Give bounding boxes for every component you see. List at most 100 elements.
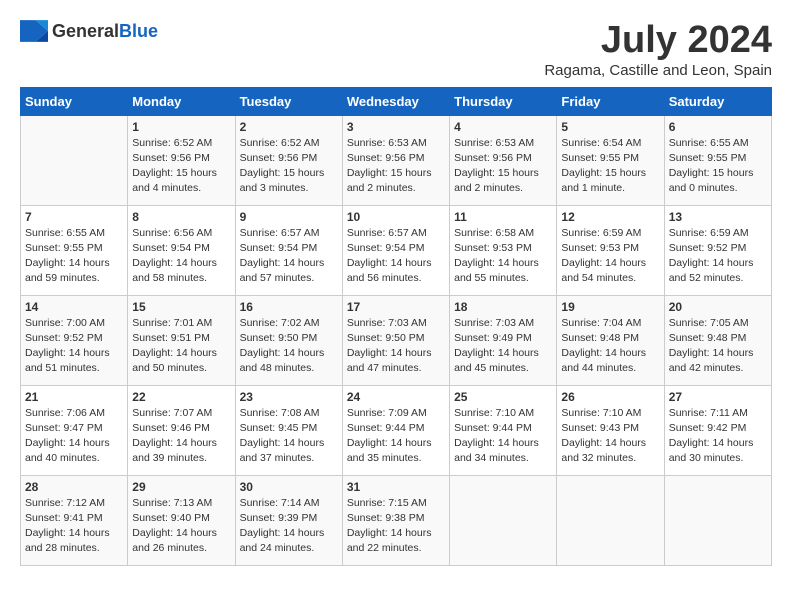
calendar-table: Sunday Monday Tuesday Wednesday Thursday… (20, 87, 772, 566)
calendar-week-row: 1 Sunrise: 6:52 AMSunset: 9:56 PMDayligh… (21, 115, 772, 205)
month-title: July 2024 (544, 20, 772, 62)
day-detail: Sunrise: 7:13 AMSunset: 9:40 PMDaylight:… (132, 497, 217, 555)
day-detail: Sunrise: 7:09 AMSunset: 9:44 PMDaylight:… (347, 407, 432, 465)
calendar-week-row: 7 Sunrise: 6:55 AMSunset: 9:55 PMDayligh… (21, 205, 772, 295)
table-row (21, 115, 128, 205)
logo-text-blue: Blue (119, 21, 158, 41)
table-row: 17 Sunrise: 7:03 AMSunset: 9:50 PMDaylig… (342, 295, 449, 385)
table-row: 16 Sunrise: 7:02 AMSunset: 9:50 PMDaylig… (235, 295, 342, 385)
day-detail: Sunrise: 7:10 AMSunset: 9:44 PMDaylight:… (454, 407, 539, 465)
table-row: 8 Sunrise: 6:56 AMSunset: 9:54 PMDayligh… (128, 205, 235, 295)
table-row: 13 Sunrise: 6:59 AMSunset: 9:52 PMDaylig… (664, 205, 771, 295)
day-detail: Sunrise: 7:07 AMSunset: 9:46 PMDaylight:… (132, 407, 217, 465)
table-row: 26 Sunrise: 7:10 AMSunset: 9:43 PMDaylig… (557, 385, 664, 475)
day-number: 29 (132, 480, 230, 494)
day-number: 4 (454, 120, 552, 134)
calendar-week-row: 28 Sunrise: 7:12 AMSunset: 9:41 PMDaylig… (21, 475, 772, 565)
day-detail: Sunrise: 6:59 AMSunset: 9:52 PMDaylight:… (669, 227, 754, 285)
day-detail: Sunrise: 6:55 AMSunset: 9:55 PMDaylight:… (669, 137, 754, 195)
table-row: 18 Sunrise: 7:03 AMSunset: 9:49 PMDaylig… (450, 295, 557, 385)
day-number: 11 (454, 210, 552, 224)
day-number: 3 (347, 120, 445, 134)
day-number: 27 (669, 390, 767, 404)
day-detail: Sunrise: 6:54 AMSunset: 9:55 PMDaylight:… (561, 137, 646, 195)
day-detail: Sunrise: 6:53 AMSunset: 9:56 PMDaylight:… (347, 137, 432, 195)
day-detail: Sunrise: 7:11 AMSunset: 9:42 PMDaylight:… (669, 407, 754, 465)
day-detail: Sunrise: 7:14 AMSunset: 9:39 PMDaylight:… (240, 497, 325, 555)
table-row: 30 Sunrise: 7:14 AMSunset: 9:39 PMDaylig… (235, 475, 342, 565)
day-number: 22 (132, 390, 230, 404)
table-row: 5 Sunrise: 6:54 AMSunset: 9:55 PMDayligh… (557, 115, 664, 205)
table-row: 10 Sunrise: 6:57 AMSunset: 9:54 PMDaylig… (342, 205, 449, 295)
table-row: 11 Sunrise: 6:58 AMSunset: 9:53 PMDaylig… (450, 205, 557, 295)
table-row (664, 475, 771, 565)
table-row: 4 Sunrise: 6:53 AMSunset: 9:56 PMDayligh… (450, 115, 557, 205)
day-detail: Sunrise: 6:52 AMSunset: 9:56 PMDaylight:… (240, 137, 325, 195)
table-row: 14 Sunrise: 7:00 AMSunset: 9:52 PMDaylig… (21, 295, 128, 385)
table-row: 31 Sunrise: 7:15 AMSunset: 9:38 PMDaylig… (342, 475, 449, 565)
day-detail: Sunrise: 6:59 AMSunset: 9:53 PMDaylight:… (561, 227, 646, 285)
day-detail: Sunrise: 7:05 AMSunset: 9:48 PMDaylight:… (669, 317, 754, 375)
day-number: 16 (240, 300, 338, 314)
table-row: 12 Sunrise: 6:59 AMSunset: 9:53 PMDaylig… (557, 205, 664, 295)
day-detail: Sunrise: 7:15 AMSunset: 9:38 PMDaylight:… (347, 497, 432, 555)
day-number: 26 (561, 390, 659, 404)
logo: GeneralBlue (20, 20, 158, 42)
day-detail: Sunrise: 6:52 AMSunset: 9:56 PMDaylight:… (132, 137, 217, 195)
header-friday: Friday (557, 87, 664, 115)
day-detail: Sunrise: 7:00 AMSunset: 9:52 PMDaylight:… (25, 317, 110, 375)
day-detail: Sunrise: 7:01 AMSunset: 9:51 PMDaylight:… (132, 317, 217, 375)
day-detail: Sunrise: 6:57 AMSunset: 9:54 PMDaylight:… (347, 227, 432, 285)
day-number: 18 (454, 300, 552, 314)
table-row: 1 Sunrise: 6:52 AMSunset: 9:56 PMDayligh… (128, 115, 235, 205)
table-row: 21 Sunrise: 7:06 AMSunset: 9:47 PMDaylig… (21, 385, 128, 475)
table-row: 15 Sunrise: 7:01 AMSunset: 9:51 PMDaylig… (128, 295, 235, 385)
table-row (450, 475, 557, 565)
day-number: 5 (561, 120, 659, 134)
day-detail: Sunrise: 6:57 AMSunset: 9:54 PMDaylight:… (240, 227, 325, 285)
day-number: 7 (25, 210, 123, 224)
day-detail: Sunrise: 7:04 AMSunset: 9:48 PMDaylight:… (561, 317, 646, 375)
day-detail: Sunrise: 7:12 AMSunset: 9:41 PMDaylight:… (25, 497, 110, 555)
day-number: 19 (561, 300, 659, 314)
table-row: 27 Sunrise: 7:11 AMSunset: 9:42 PMDaylig… (664, 385, 771, 475)
day-number: 31 (347, 480, 445, 494)
header-sunday: Sunday (21, 87, 128, 115)
day-number: 24 (347, 390, 445, 404)
day-detail: Sunrise: 7:10 AMSunset: 9:43 PMDaylight:… (561, 407, 646, 465)
header-monday: Monday (128, 87, 235, 115)
header-thursday: Thursday (450, 87, 557, 115)
day-number: 17 (347, 300, 445, 314)
day-number: 2 (240, 120, 338, 134)
day-number: 30 (240, 480, 338, 494)
table-row: 3 Sunrise: 6:53 AMSunset: 9:56 PMDayligh… (342, 115, 449, 205)
day-number: 12 (561, 210, 659, 224)
day-detail: Sunrise: 7:06 AMSunset: 9:47 PMDaylight:… (25, 407, 110, 465)
table-row (557, 475, 664, 565)
table-row: 23 Sunrise: 7:08 AMSunset: 9:45 PMDaylig… (235, 385, 342, 475)
table-row: 19 Sunrise: 7:04 AMSunset: 9:48 PMDaylig… (557, 295, 664, 385)
day-detail: Sunrise: 6:58 AMSunset: 9:53 PMDaylight:… (454, 227, 539, 285)
header-wednesday: Wednesday (342, 87, 449, 115)
location-title: Ragama, Castille and Leon, Spain (544, 62, 772, 79)
day-detail: Sunrise: 7:02 AMSunset: 9:50 PMDaylight:… (240, 317, 325, 375)
day-number: 8 (132, 210, 230, 224)
table-row: 9 Sunrise: 6:57 AMSunset: 9:54 PMDayligh… (235, 205, 342, 295)
day-number: 1 (132, 120, 230, 134)
day-number: 28 (25, 480, 123, 494)
logo-text-general: General (52, 21, 119, 41)
table-row: 29 Sunrise: 7:13 AMSunset: 9:40 PMDaylig… (128, 475, 235, 565)
day-number: 21 (25, 390, 123, 404)
day-detail: Sunrise: 6:53 AMSunset: 9:56 PMDaylight:… (454, 137, 539, 195)
weekday-header-row: Sunday Monday Tuesday Wednesday Thursday… (21, 87, 772, 115)
table-row: 22 Sunrise: 7:07 AMSunset: 9:46 PMDaylig… (128, 385, 235, 475)
day-number: 20 (669, 300, 767, 314)
day-detail: Sunrise: 7:03 AMSunset: 9:49 PMDaylight:… (454, 317, 539, 375)
table-row: 7 Sunrise: 6:55 AMSunset: 9:55 PMDayligh… (21, 205, 128, 295)
day-detail: Sunrise: 6:56 AMSunset: 9:54 PMDaylight:… (132, 227, 217, 285)
title-area: July 2024 Ragama, Castille and Leon, Spa… (544, 20, 772, 79)
logo-icon (20, 20, 48, 42)
table-row: 2 Sunrise: 6:52 AMSunset: 9:56 PMDayligh… (235, 115, 342, 205)
day-number: 23 (240, 390, 338, 404)
day-number: 14 (25, 300, 123, 314)
